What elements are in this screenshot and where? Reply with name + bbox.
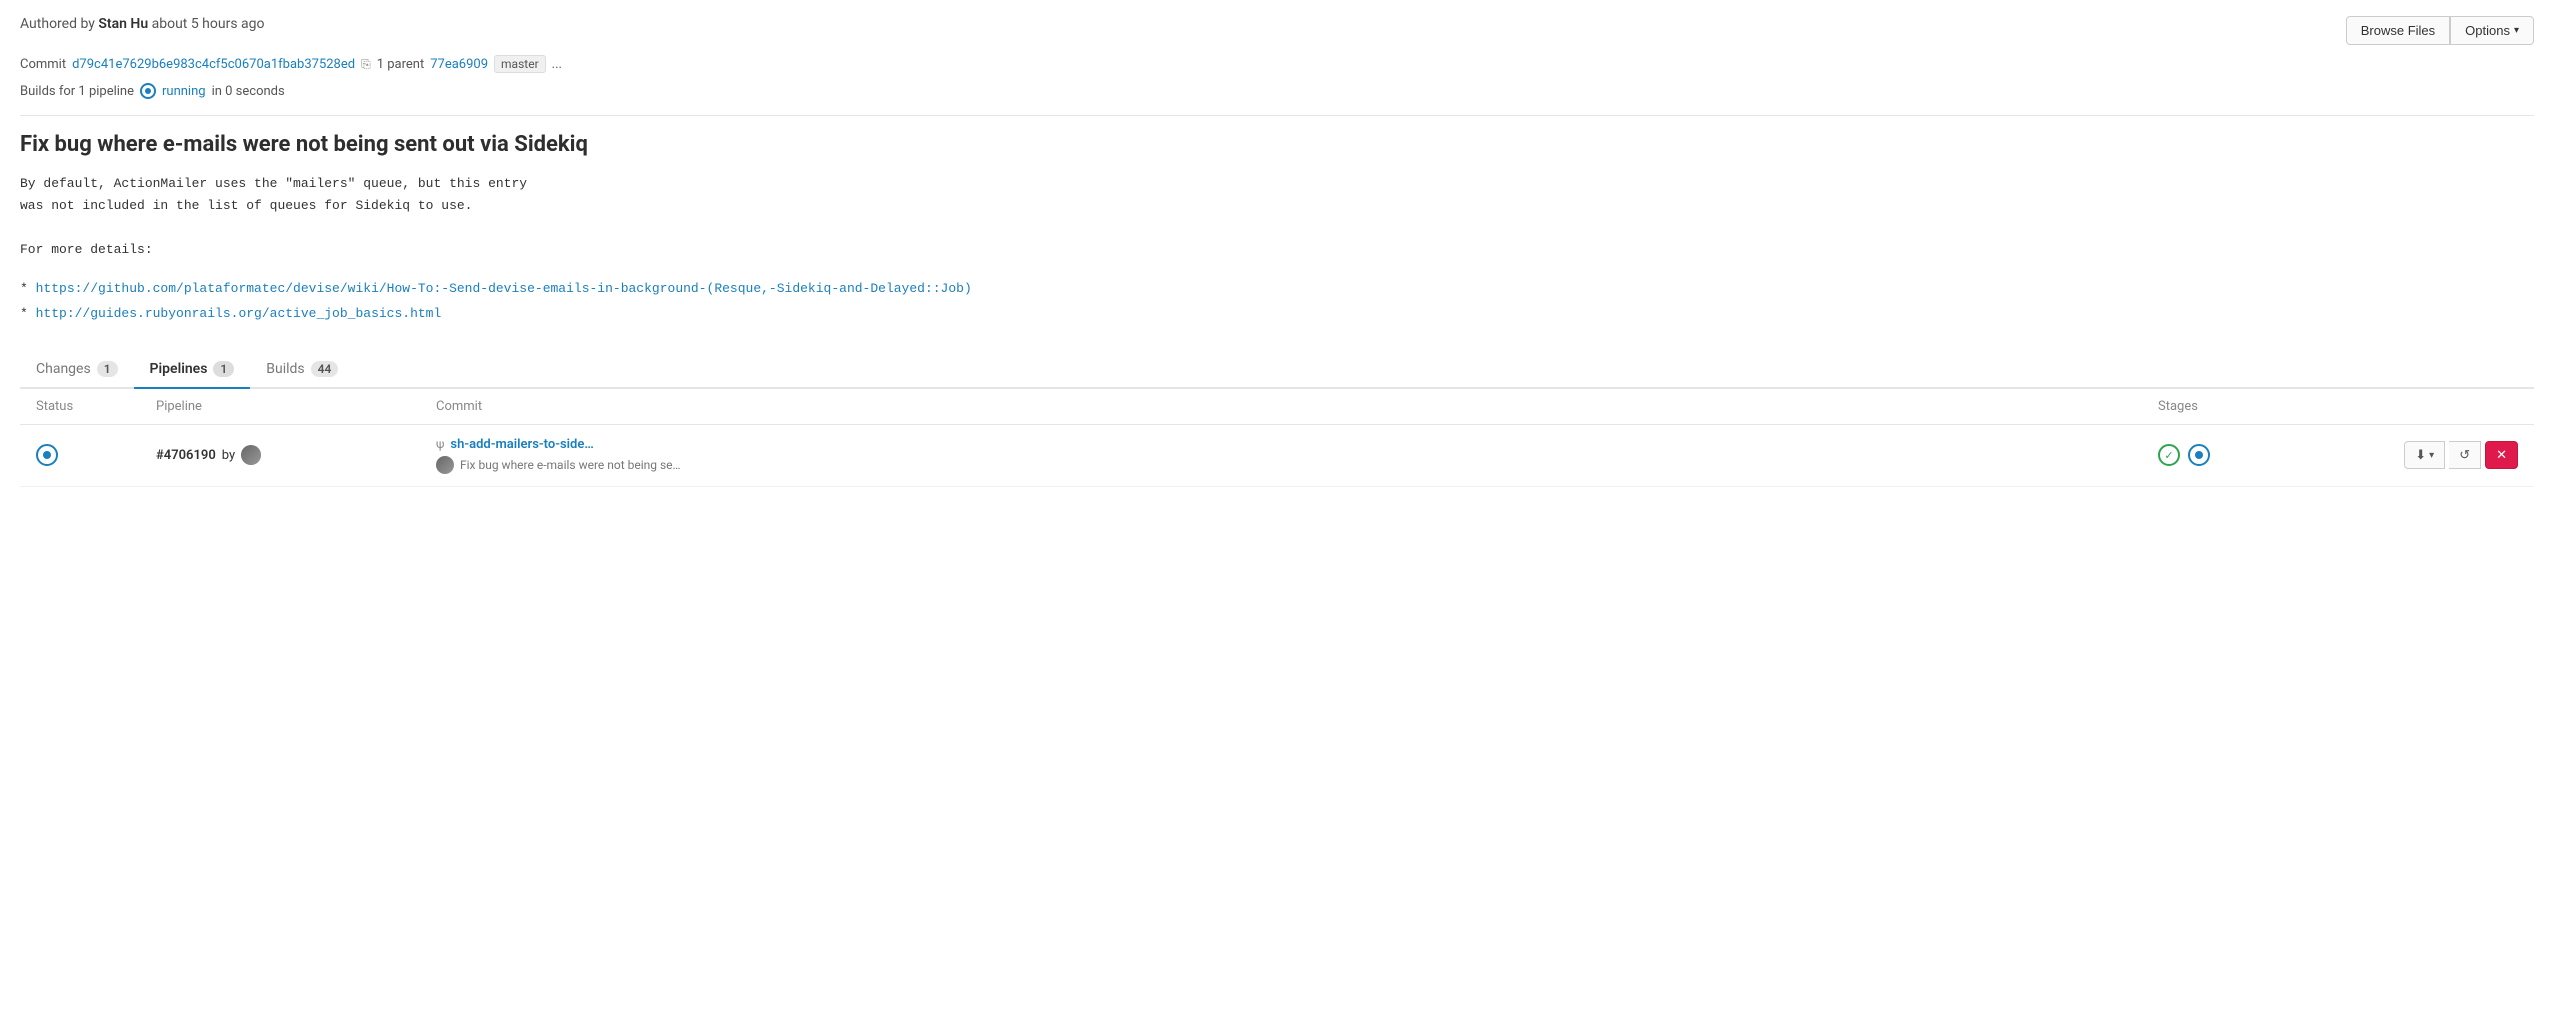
pipeline-status-running-icon: [36, 444, 58, 466]
author-prefix: Authored by: [20, 16, 98, 32]
col-pipeline: Pipeline: [156, 399, 436, 414]
commit-avatar: [436, 456, 454, 474]
parent-prefix: 1 parent: [377, 57, 425, 72]
row-commit: ψ sh-add-mailers-to-side… Fix bug where …: [436, 437, 2158, 474]
commit-prefix: Commit: [20, 57, 66, 72]
stage-running-icon: [2188, 444, 2210, 466]
commit-link-1-row: * https://github.com/plataformatec/devis…: [20, 277, 2534, 302]
tabs-container: Changes 1 Pipelines 1 Builds 44: [20, 351, 2534, 389]
tab-changes-label: Changes: [36, 361, 91, 377]
tab-builds-label: Builds: [266, 361, 304, 377]
tab-changes-badge: 1: [97, 361, 118, 377]
builds-prefix: Builds for 1 pipeline: [20, 84, 134, 99]
commit-hash-link[interactable]: d79c41e7629b6e983c4cf5c0670a1fbab37528ed: [72, 57, 355, 72]
tab-builds[interactable]: Builds 44: [250, 351, 354, 389]
commit-title: Fix bug where e-mails were not being sen…: [20, 132, 2534, 157]
download-button[interactable]: ⬇ ▾: [2404, 441, 2445, 469]
commit-links: * https://github.com/plataformatec/devis…: [20, 277, 2534, 326]
author-line: Authored by Stan Hu about 5 hours ago: [20, 16, 265, 32]
retry-button[interactable]: ↺: [2449, 441, 2481, 469]
row-actions: ⬇ ▾ ↺ ✕: [2358, 441, 2518, 469]
copy-icon[interactable]: ⎘: [361, 57, 371, 72]
commit-link-1[interactable]: https://github.com/plataformatec/devise/…: [36, 281, 972, 296]
builds-suffix: in 0 seconds: [212, 84, 285, 99]
commit-branch-row: ψ sh-add-mailers-to-side…: [436, 437, 2158, 452]
row-stages: ✓: [2158, 444, 2358, 466]
table-header: Status Pipeline Commit Stages: [20, 389, 2534, 425]
builds-line: Builds for 1 pipeline running in 0 secon…: [20, 83, 2534, 99]
branch-name-link[interactable]: sh-add-mailers-to-side…: [450, 437, 593, 452]
commit-line: Commit d79c41e7629b6e983c4cf5c0670a1fbab…: [20, 55, 2534, 73]
chevron-down-icon: ▾: [2514, 25, 2519, 36]
commit-msg-text: Fix bug where e-mails were not being se…: [460, 458, 681, 472]
commit-link-2-row: * http://guides.rubyonrails.org/active_j…: [20, 302, 2534, 327]
cancel-icon: ✕: [2496, 447, 2507, 463]
col-status: Status: [36, 399, 156, 414]
cancel-button[interactable]: ✕: [2485, 441, 2518, 469]
commit-body: By default, ActionMailer uses the "maile…: [20, 173, 2534, 261]
commit-msg-row: Fix bug where e-mails were not being se…: [436, 456, 2158, 474]
tab-builds-badge: 44: [311, 361, 339, 377]
author-time: about 5 hours ago: [148, 16, 264, 32]
divider-1: [20, 115, 2534, 116]
download-icon: ⬇: [2415, 447, 2426, 463]
retry-icon: ↺: [2459, 447, 2470, 463]
col-commit: Commit: [436, 399, 2158, 414]
row-pipeline-id: #4706190 by: [156, 445, 436, 465]
author-name: Stan Hu: [98, 16, 148, 32]
pipeline-by-label: by: [222, 448, 235, 463]
col-stages: Stages: [2158, 399, 2358, 414]
table-row: #4706190 by ψ sh-add-mailers-to-side… Fi…: [20, 425, 2534, 487]
header-row: Authored by Stan Hu about 5 hours ago Br…: [20, 16, 2534, 45]
branch-icon: ψ: [436, 437, 444, 451]
page-container: Authored by Stan Hu about 5 hours ago Br…: [0, 0, 2554, 503]
pipeline-running-icon: [140, 83, 156, 99]
avatar: [241, 445, 261, 465]
tab-changes[interactable]: Changes 1: [20, 351, 134, 389]
header-actions: Browse Files Options ▾: [2346, 16, 2534, 45]
commit-link-2[interactable]: http://guides.rubyonrails.org/active_job…: [36, 306, 442, 321]
row-status: [36, 444, 156, 466]
branch-dots: ...: [552, 57, 562, 72]
tab-pipelines-badge: 1: [213, 361, 234, 377]
col-actions: [2358, 399, 2518, 414]
tab-pipelines[interactable]: Pipelines 1: [134, 351, 251, 389]
tab-pipelines-label: Pipelines: [150, 361, 208, 377]
download-chevron-icon: ▾: [2429, 450, 2434, 461]
running-status-link[interactable]: running: [162, 84, 206, 99]
stage-success-icon: ✓: [2158, 444, 2180, 466]
browse-files-button[interactable]: Browse Files: [2346, 16, 2450, 45]
pipeline-id-link[interactable]: #4706190: [156, 448, 216, 463]
pipelines-table: Status Pipeline Commit Stages #4706190 b…: [20, 389, 2534, 487]
branch-badge: master: [494, 55, 546, 73]
parent-hash-link[interactable]: 77ea6909: [430, 57, 488, 72]
options-button[interactable]: Options ▾: [2450, 16, 2534, 45]
options-label: Options: [2465, 23, 2510, 38]
